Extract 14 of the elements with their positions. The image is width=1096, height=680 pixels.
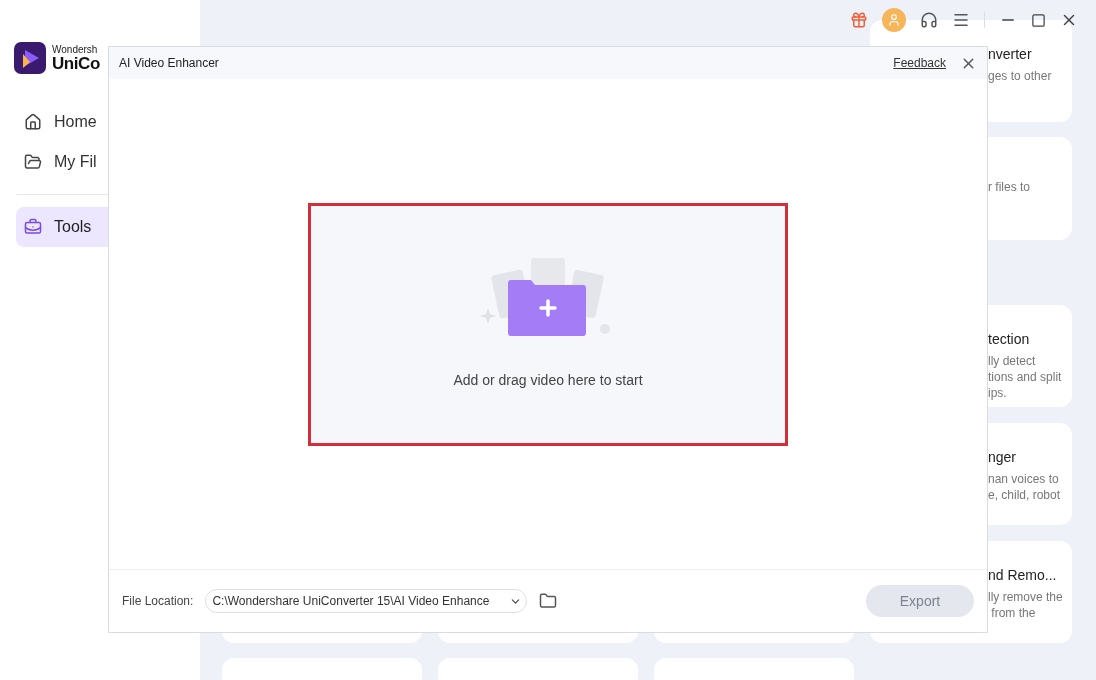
card-description: lly detect tions and split ips. <box>988 353 1063 401</box>
card-description: ges to other <box>988 68 1053 84</box>
card-title: tection <box>988 330 1031 349</box>
card-description: nan voices to e, child, robot <box>988 471 1062 503</box>
drop-zone-hint: Add or drag video here to start <box>453 370 643 390</box>
card-title: nd Remo... <box>988 566 1058 585</box>
dialog-title: AI Video Enhancer <box>119 55 219 72</box>
card-description: lly remove the from the <box>988 589 1064 621</box>
file-location-label: File Location: <box>122 593 194 610</box>
brand-title: UniCo <box>52 54 100 72</box>
card-title: nger <box>988 448 1018 467</box>
brand-subtitle: Wondersh <box>52 44 99 55</box>
card-description: r files to <box>988 179 1031 195</box>
card-title: nverter <box>988 45 1033 64</box>
